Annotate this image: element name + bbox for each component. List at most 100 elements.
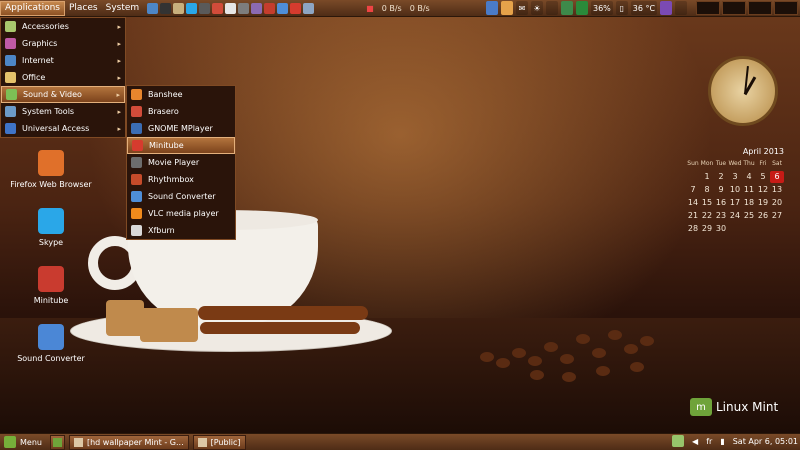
calendar-day[interactable]: 15 <box>700 197 714 209</box>
calendar-day[interactable]: 11 <box>742 184 756 196</box>
submenu-item-xfburn[interactable]: Xfburn <box>127 222 235 239</box>
mail-icon[interactable]: ✉ <box>516 1 528 15</box>
skype-launcher-icon[interactable] <box>186 2 198 14</box>
calendar-day[interactable] <box>686 171 700 183</box>
calendar-day[interactable]: 12 <box>756 184 770 196</box>
calendar-day[interactable]: 24 <box>728 210 742 222</box>
pdf-launcher-icon[interactable] <box>264 2 276 14</box>
keyboard-layout[interactable]: fr <box>706 437 712 446</box>
shield-icon[interactable] <box>672 435 685 447</box>
calendar-day[interactable]: 2 <box>714 171 728 183</box>
submenu-item-label: Xfburn <box>148 226 175 235</box>
calendar-day[interactable] <box>728 223 742 235</box>
calendar-day[interactable]: 7 <box>686 184 700 196</box>
taskbar-item-folder[interactable]: [Public] <box>192 434 246 450</box>
menu-button[interactable]: Menu <box>0 436 46 448</box>
calendar-day[interactable] <box>742 223 756 235</box>
submenu-item-label: Sound Converter <box>148 192 216 201</box>
update-icon[interactable] <box>561 1 573 15</box>
submenu-item-vlc[interactable]: VLC media player <box>127 205 235 222</box>
monitor-launcher-icon[interactable] <box>238 2 250 14</box>
calendar-day[interactable]: 27 <box>770 210 784 222</box>
submenu-item-brasero[interactable]: Brasero <box>127 103 235 120</box>
show-desktop-button[interactable] <box>49 434 65 450</box>
calendar-day[interactable]: 28 <box>686 223 700 235</box>
user-icon[interactable] <box>660 1 673 15</box>
mint-logo-text: Linux Mint <box>716 400 779 414</box>
calendar-day[interactable]: 1 <box>700 171 714 183</box>
desktop-icon-firefox[interactable]: Firefox Web Browser <box>6 150 96 189</box>
calendar-day[interactable] <box>770 223 784 235</box>
calendar-day[interactable]: 4 <box>742 171 756 183</box>
calendar-day[interactable] <box>756 223 770 235</box>
menu-item-sound-video[interactable]: Sound & Video ▸ <box>1 86 125 103</box>
places-menu[interactable]: Places <box>65 0 102 17</box>
menu-item-accessories[interactable]: Accessories ▸ <box>1 18 125 35</box>
menu-item-graphics[interactable]: Graphics ▸ <box>1 35 125 52</box>
calendar-day[interactable]: 9 <box>714 184 728 196</box>
calendar-day[interactable]: 25 <box>742 210 756 222</box>
menu-item-system-tools[interactable]: System Tools ▸ <box>1 103 125 120</box>
tray-app-icon[interactable] <box>501 1 513 15</box>
submenu-item-gnome-mplayer[interactable]: GNOME MPlayer <box>127 120 235 137</box>
calendar-day[interactable]: 20 <box>770 197 784 209</box>
app-launcher-icon[interactable] <box>212 2 224 14</box>
network-tray-icon[interactable]: ▮ <box>720 437 724 446</box>
calendar-day[interactable]: 23 <box>714 210 728 222</box>
submenu-item-movie-player[interactable]: Movie Player <box>127 154 235 171</box>
calendar-day[interactable]: 18 <box>742 197 756 209</box>
checkmark-icon[interactable] <box>675 1 688 15</box>
network-meter[interactable] <box>748 1 772 15</box>
taskbar-item-browser[interactable]: [hd wallpaper Mint - G... <box>68 434 189 450</box>
network-icon[interactable] <box>546 1 558 15</box>
calendar-day[interactable]: 22 <box>700 210 714 222</box>
calendar-day[interactable]: 13 <box>770 184 784 196</box>
internet-icon <box>5 55 16 66</box>
applications-menu[interactable]: Applications <box>0 0 65 16</box>
cpu-meter[interactable] <box>696 1 720 15</box>
submenu-item-sound-converter[interactable]: Sound Converter <box>127 188 235 205</box>
mint-leaf-icon: m <box>690 398 712 416</box>
calendar-day[interactable]: 8 <box>700 184 714 196</box>
desktop-icon-sound-converter[interactable]: Sound Converter <box>6 324 96 363</box>
system-menu[interactable]: System <box>102 0 144 17</box>
calendar-day[interactable]: 19 <box>756 197 770 209</box>
calendar-day-today[interactable]: 6 <box>770 171 784 183</box>
network-launcher-icon[interactable] <box>277 2 289 14</box>
battery-icon[interactable] <box>576 1 588 15</box>
sugar-cube <box>106 300 144 336</box>
browser-launcher-icon[interactable] <box>147 2 159 14</box>
calendar-day[interactable]: 16 <box>714 197 728 209</box>
calendar-day[interactable]: 10 <box>728 184 742 196</box>
menu-item-universal-access[interactable]: Universal Access ▸ <box>1 120 125 137</box>
calendar-day[interactable]: 21 <box>686 210 700 222</box>
skype-icon <box>38 208 64 234</box>
calendar-day[interactable]: 3 <box>728 171 742 183</box>
calendar-launcher-icon[interactable] <box>303 2 315 14</box>
files-launcher-icon[interactable] <box>173 2 185 14</box>
clock-datetime[interactable]: Sat Apr 6, 05:01 <box>733 437 798 446</box>
submenu-item-rhythmbox[interactable]: Rhythmbox <box>127 171 235 188</box>
memory-meter[interactable] <box>722 1 746 15</box>
desktop-icon-minitube[interactable]: Minitube <box>6 266 96 305</box>
volume-icon[interactable]: ◀ <box>692 437 698 446</box>
calendar-day[interactable]: 14 <box>686 197 700 209</box>
load-meter[interactable] <box>774 1 798 15</box>
settings-launcher-icon[interactable] <box>199 2 211 14</box>
calendar-day[interactable]: 5 <box>756 171 770 183</box>
calendar-day[interactable]: 26 <box>756 210 770 222</box>
text-editor-launcher-icon[interactable] <box>225 2 237 14</box>
sun-icon[interactable]: ☀ <box>531 1 543 15</box>
youtube-launcher-icon[interactable] <box>290 2 302 14</box>
terminal-launcher-icon[interactable] <box>160 2 172 14</box>
pidgin-launcher-icon[interactable] <box>251 2 263 14</box>
menu-item-internet[interactable]: Internet ▸ <box>1 52 125 69</box>
calendar-day[interactable]: 30 <box>714 223 728 235</box>
submenu-item-minitube[interactable]: Minitube <box>127 137 235 154</box>
submenu-item-banshee[interactable]: Banshee <box>127 86 235 103</box>
calendar-day[interactable]: 17 <box>728 197 742 209</box>
weather-icon[interactable] <box>486 1 498 15</box>
menu-item-office[interactable]: Office ▸ <box>1 69 125 86</box>
calendar-day[interactable]: 29 <box>700 223 714 235</box>
desktop-icon-skype[interactable]: Skype <box>6 208 96 247</box>
